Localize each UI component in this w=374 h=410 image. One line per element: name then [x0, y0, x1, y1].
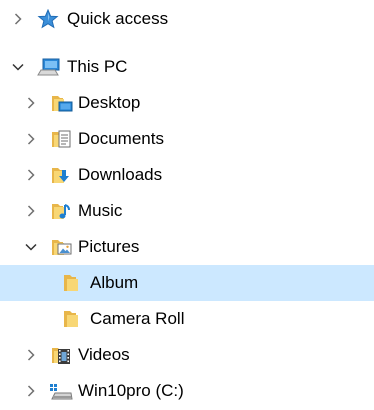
chevron-right-icon[interactable]	[22, 382, 40, 400]
tree-item-desktop[interactable]: Desktop	[0, 85, 374, 121]
tree-item-label: Camera Roll	[90, 309, 185, 328]
downloads-folder-icon	[51, 165, 73, 185]
chevron-right-icon[interactable]	[22, 166, 40, 184]
tree-item-label: Win10pro (C:)	[78, 381, 184, 400]
tree-item-camera-roll[interactable]: Camera Roll	[0, 301, 374, 337]
chevron-down-icon[interactable]	[22, 238, 40, 256]
tree-item-documents[interactable]: Documents	[0, 121, 374, 157]
chevron-down-icon[interactable]	[9, 58, 27, 76]
documents-folder-icon	[51, 129, 73, 149]
tree-item-videos[interactable]: Videos	[0, 337, 374, 373]
videos-folder-icon	[51, 345, 73, 365]
tree-item-label: Documents	[78, 129, 164, 148]
folder-icon	[63, 309, 85, 329]
tree-item-label: Music	[78, 201, 123, 220]
pictures-folder-icon	[51, 237, 73, 257]
drive-icon	[49, 381, 73, 401]
star-icon	[37, 9, 59, 29]
tree-item-album[interactable]: Album	[0, 265, 374, 301]
tree-item-label: Desktop	[78, 93, 141, 112]
tree-item-drive-c[interactable]: Win10pro (C:)	[0, 373, 374, 409]
tree-item-quick-access[interactable]: Quick access	[0, 1, 374, 37]
tree-item-downloads[interactable]: Downloads	[0, 157, 374, 193]
tree-item-label: This PC	[67, 57, 128, 76]
navigation-pane: Quick access This PC Desktop Documents D…	[0, 0, 374, 410]
chevron-right-icon[interactable]	[9, 10, 27, 28]
tree-item-pictures[interactable]: Pictures	[0, 229, 374, 265]
tree-item-label: Quick access	[67, 9, 169, 28]
chevron-right-icon[interactable]	[22, 346, 40, 364]
chevron-right-icon[interactable]	[22, 130, 40, 148]
tree-item-label: Downloads	[78, 165, 163, 184]
tree-item-label: Album	[90, 273, 139, 292]
music-folder-icon	[51, 201, 73, 221]
computer-icon	[37, 57, 60, 77]
desktop-folder-icon	[51, 93, 73, 113]
chevron-right-icon[interactable]	[22, 94, 40, 112]
tree-item-this-pc[interactable]: This PC	[0, 49, 374, 85]
tree-item-music[interactable]: Music	[0, 193, 374, 229]
chevron-right-icon[interactable]	[22, 202, 40, 220]
tree-item-label: Pictures	[78, 237, 140, 256]
tree-item-label: Videos	[78, 345, 130, 364]
folder-icon	[63, 273, 85, 293]
